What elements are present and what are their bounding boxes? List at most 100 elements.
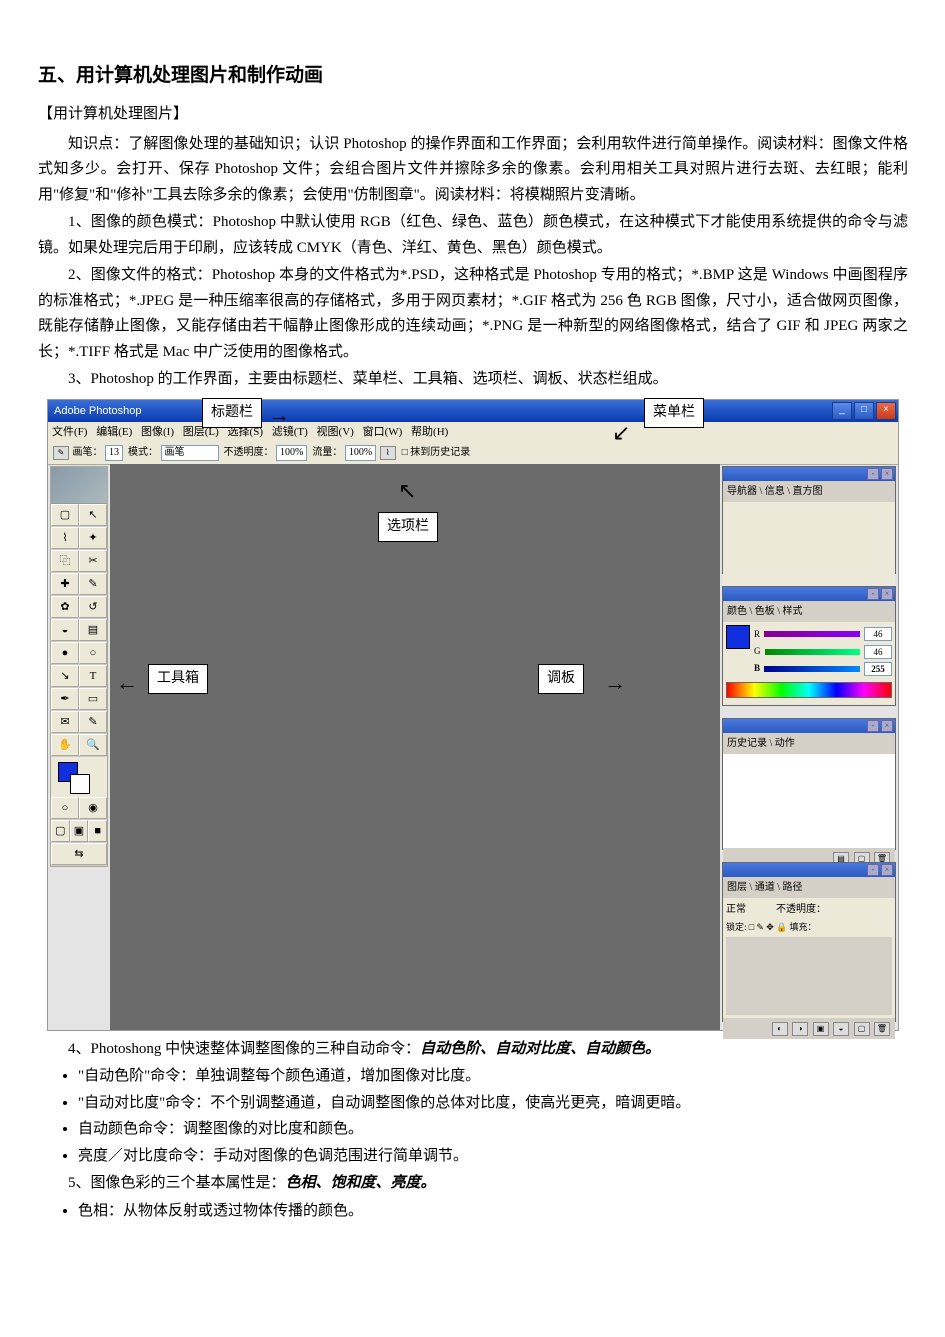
menu-file[interactable]: 文件(F) — [52, 426, 87, 438]
color-tabs[interactable]: 颜色 \ 色板 \ 样式 — [723, 601, 895, 622]
screenmode-1-icon[interactable]: ▢ — [51, 820, 70, 842]
marquee-tool-icon[interactable]: ▢ — [51, 504, 79, 526]
dodge-tool-icon[interactable]: ○ — [79, 642, 107, 664]
menu-image[interactable]: 图像(I) — [141, 426, 174, 438]
menu-view[interactable]: 视图(V) — [317, 426, 354, 438]
blend-mode-select[interactable]: 正常 — [726, 901, 772, 918]
slice-tool-icon[interactable]: ✂ — [79, 550, 107, 572]
adjustment-layer-icon[interactable]: ◒ — [833, 1022, 849, 1036]
stamp-tool-icon[interactable]: ✿ — [51, 596, 79, 618]
panel-close-icon[interactable]: × — [881, 468, 893, 480]
g-slider[interactable] — [765, 649, 861, 655]
color-swatch[interactable] — [726, 625, 750, 649]
b-slider[interactable] — [764, 666, 860, 672]
flow-input[interactable]: 100% — [345, 445, 376, 461]
label-menubar: 菜单栏 — [644, 398, 704, 428]
toolbox: ▢↖ ⌇✦ ⿻✂ ✚✎ ✿↺ ◒▤ ●○ ↘T ✒▭ ✉✎ ✋🔍 ○◉ ▢▣■ … — [50, 466, 108, 867]
b-label: B — [754, 661, 760, 676]
hand-tool-icon[interactable]: ✋ — [51, 734, 79, 756]
brush-label: 画笔： — [73, 447, 103, 458]
brush-tool-icon[interactable]: ✎ — [79, 573, 107, 595]
shape-tool-icon[interactable]: ▭ — [79, 688, 107, 710]
history-tabs[interactable]: 历史记录 \ 动作 — [723, 733, 895, 754]
opacity-label: 不透明度： — [776, 901, 826, 918]
screenmode-2-icon[interactable]: ▣ — [70, 820, 89, 842]
navigator-tabs[interactable]: 导航器 \ 信息 \ 直方图 — [723, 481, 895, 502]
lock-row: 锁定: □ ✎ ✥ 🔒 填充： — [726, 920, 892, 935]
brush-size-input[interactable]: 13 — [105, 445, 123, 461]
opacity-input[interactable]: 100% — [276, 445, 307, 461]
zoom-tool-icon[interactable]: 🔍 — [79, 734, 107, 756]
panel-close-icon[interactable]: × — [881, 720, 893, 732]
panel-min-icon[interactable]: - — [867, 468, 879, 480]
label-titlebar: 标题栏 — [202, 398, 262, 428]
arrow-icon: → — [604, 664, 626, 701]
menu-layer[interactable]: 图层(L) — [183, 426, 219, 438]
tool-preset-icon[interactable]: ✎ — [53, 446, 69, 460]
panel-min-icon[interactable]: - — [867, 864, 879, 876]
layer-set-icon[interactable]: ▣ — [813, 1022, 829, 1036]
spectrum-bar[interactable] — [726, 682, 892, 698]
options-bar: ✎ 画笔： 13 模式： 画笔 不透明度： 100% 流量： 100% ⌇ □ … — [48, 442, 898, 465]
path-tool-icon[interactable]: ↘ — [51, 665, 79, 687]
heal-tool-icon[interactable]: ✚ — [51, 573, 79, 595]
canvas-area[interactable] — [110, 464, 720, 1030]
wand-tool-icon[interactable]: ✦ — [79, 527, 107, 549]
screenmode-3-icon[interactable]: ■ — [88, 820, 107, 842]
lasso-tool-icon[interactable]: ⌇ — [51, 527, 79, 549]
quickmask-off-icon[interactable]: ○ — [51, 797, 79, 819]
move-tool-icon[interactable]: ↖ — [79, 504, 107, 526]
type-tool-icon[interactable]: T — [79, 665, 107, 687]
color-panel: -× 颜色 \ 色板 \ 样式 R 46 G 46 B 255 — [722, 586, 896, 706]
g-value[interactable]: 46 — [864, 645, 892, 659]
notes-tool-icon[interactable]: ✉ — [51, 711, 79, 733]
panel-close-icon[interactable]: × — [881, 864, 893, 876]
gradient-tool-icon[interactable]: ▤ — [79, 619, 107, 641]
background-swatch[interactable] — [70, 774, 90, 794]
arrow-icon: → — [268, 396, 290, 433]
arrow-icon: ← — [116, 664, 138, 701]
menu-help[interactable]: 帮助(H) — [411, 426, 448, 438]
eyedropper-tool-icon[interactable]: ✎ — [79, 711, 107, 733]
para-3: 3、Photoshop 的工作界面，主要由标题栏、菜单栏、工具箱、选项栏、调板、… — [38, 367, 908, 393]
menu-window[interactable]: 窗口(W) — [363, 426, 403, 438]
menu-select[interactable]: 选择(S) — [228, 426, 263, 438]
panel-min-icon[interactable]: - — [867, 588, 879, 600]
label-optionsbar: 选项栏 — [378, 512, 438, 542]
b-value[interactable]: 255 — [864, 662, 892, 676]
airbrush-icon[interactable]: ⌇ — [380, 446, 396, 460]
history-brush-icon[interactable]: ↺ — [79, 596, 107, 618]
para-5: 5、图像色彩的三个基本属性是：色相、饱和度、亮度。 — [38, 1171, 908, 1197]
panel-close-icon[interactable]: × — [881, 588, 893, 600]
crop-tool-icon[interactable]: ⿻ — [51, 550, 79, 572]
maximize-button[interactable]: □ — [854, 402, 874, 420]
quickmask-on-icon[interactable]: ◉ — [79, 797, 107, 819]
menu-edit[interactable]: 编辑(E) — [96, 426, 132, 438]
eraser-tool-icon[interactable]: ◒ — [51, 619, 79, 641]
navigator-panel: -× 导航器 \ 信息 \ 直方图 — [722, 466, 896, 574]
r-label: R — [754, 627, 760, 642]
imageready-icon[interactable]: ⇆ — [51, 843, 107, 865]
para-4: 4、Photoshong 中快速整体调整图像的三种自动命令：自动色阶、自动对比度… — [38, 1037, 908, 1063]
list-item: 亮度／对比度命令：手动对图像的色调范围进行简单调节。 — [78, 1144, 908, 1170]
blur-tool-icon[interactable]: ● — [51, 642, 79, 664]
layers-tabs[interactable]: 图层 \ 通道 \ 路径 — [723, 877, 895, 898]
history-panel: -× 历史记录 \ 动作 ▤ ▢ 🗑 — [722, 718, 896, 850]
new-layer-icon[interactable]: ▢ — [854, 1022, 870, 1036]
r-slider[interactable] — [764, 631, 860, 637]
delete-layer-icon[interactable]: 🗑 — [874, 1022, 890, 1036]
para-2: 2、图像文件的格式：Photoshop 本身的文件格式为*.PSD，这种格式是 … — [38, 263, 908, 365]
minimize-button[interactable]: _ — [832, 402, 852, 420]
close-button[interactable]: × — [876, 402, 896, 420]
intro-para: 知识点：了解图像处理的基础知识；认识 Photoshop 的操作界面和工作界面；… — [38, 132, 908, 209]
r-value[interactable]: 46 — [864, 627, 892, 641]
pen-tool-icon[interactable]: ✒ — [51, 688, 79, 710]
layer-style-icon[interactable]: ◐ — [772, 1022, 788, 1036]
layer-mask-icon[interactable]: ◑ — [792, 1022, 808, 1036]
arrow-icon: ↖ — [398, 472, 416, 509]
photoshop-figure: Adobe Photoshop _ □ × 文件(F) 编辑(E) 图像(I) … — [47, 399, 899, 1031]
mode-select[interactable]: 画笔 — [161, 445, 219, 461]
g-label: G — [754, 644, 761, 659]
panel-min-icon[interactable]: - — [867, 720, 879, 732]
history-checkbox-label[interactable]: 抹到历史记录 — [410, 447, 470, 458]
